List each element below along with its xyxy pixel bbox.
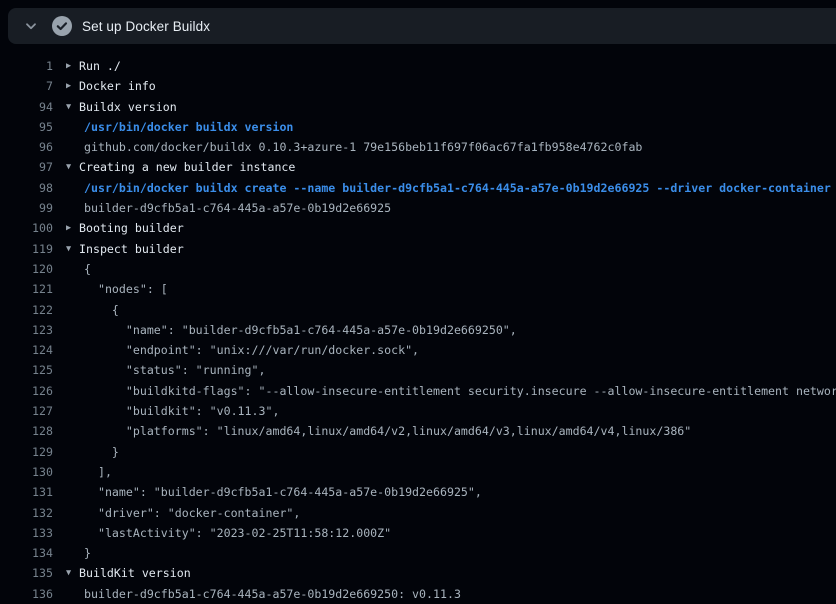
line-number[interactable]: 120 <box>0 259 53 279</box>
line-number[interactable]: 131 <box>0 482 53 502</box>
output-text: } <box>84 543 91 563</box>
line-number[interactable]: 119 <box>0 239 53 259</box>
group-expanded-icon[interactable]: ▼ <box>66 239 79 259</box>
chevron-down-glyph <box>23 18 39 34</box>
output-text: "driver": "docker-container", <box>84 503 300 523</box>
log-line: 120 { <box>0 259 836 279</box>
log-group-line[interactable]: 100 ▶Booting builder <box>0 218 836 238</box>
output-text: "endpoint": "unix:///var/run/docker.sock… <box>84 340 419 360</box>
log-group-line[interactable]: 119 ▼Inspect builder <box>0 239 836 259</box>
log-line: 131 "name": "builder-d9cfb5a1-c764-445a-… <box>0 482 836 502</box>
step-header[interactable]: Set up Docker Buildx <box>8 8 836 44</box>
check-circle-glyph <box>52 16 72 36</box>
log-viewer: 1▶Run ./7▶Docker info94▼Buildx version95… <box>0 44 836 604</box>
log-line: 130 ], <box>0 462 836 482</box>
output-text: { <box>84 259 91 279</box>
output-text: "buildkit": "v0.11.3", <box>84 401 279 421</box>
log-line: 134} <box>0 543 836 563</box>
line-number[interactable]: 130 <box>0 462 53 482</box>
log-line: 132 "driver": "docker-container", <box>0 503 836 523</box>
output-text: builder-d9cfb5a1-c764-445a-a57e-0b19d2e6… <box>84 584 461 604</box>
log-group-line[interactable]: 1 ▶Run ./ <box>0 56 836 76</box>
group-title: Creating a new builder instance <box>79 157 295 177</box>
command-text: /usr/bin/docker buildx version <box>84 117 293 137</box>
chevron-down-icon[interactable] <box>22 17 40 35</box>
output-text: "status": "running", <box>84 360 265 380</box>
log-line: 136 builder-d9cfb5a1-c764-445a-a57e-0b19d… <box>0 584 836 604</box>
log-line: 121 "nodes": [ <box>0 279 836 299</box>
line-number[interactable]: 121 <box>0 279 53 299</box>
output-text: "platforms": "linux/amd64,linux/amd64/v2… <box>84 421 691 441</box>
line-number[interactable]: 132 <box>0 503 53 523</box>
line-number[interactable]: 99 <box>0 198 53 218</box>
output-text: "name": "builder-d9cfb5a1-c764-445a-a57e… <box>84 482 482 502</box>
line-number[interactable]: 134 <box>0 543 53 563</box>
line-number[interactable]: 129 <box>0 442 53 462</box>
line-number[interactable]: 127 <box>0 401 53 421</box>
line-number[interactable]: 7 <box>0 76 53 96</box>
output-text: "lastActivity": "2023-02-25T11:58:12.000… <box>84 523 391 543</box>
line-number[interactable]: 136 <box>0 584 53 604</box>
log-group-line[interactable]: 135 ▼BuildKit version <box>0 563 836 583</box>
log-line: 99 builder-d9cfb5a1-c764-445a-a57e-0b19d2… <box>0 198 836 218</box>
log-line: 124 "endpoint": "unix:///var/run/docker.… <box>0 340 836 360</box>
log-group-line[interactable]: 94 ▼Buildx version <box>0 97 836 117</box>
output-text: } <box>84 442 119 462</box>
group-expanded-icon[interactable]: ▼ <box>66 157 79 177</box>
log-line: 96 github.com/docker/buildx 0.10.3+azure-… <box>0 137 836 157</box>
step-title: Set up Docker Buildx <box>82 19 210 34</box>
output-text: "buildkitd-flags": "--allow-insecure-ent… <box>84 381 836 401</box>
log-line: 122 { <box>0 300 836 320</box>
log-line: 123 "name": "builder-d9cfb5a1-c764-445a-… <box>0 320 836 340</box>
group-collapsed-icon[interactable]: ▶ <box>66 218 79 238</box>
output-text: github.com/docker/buildx 0.10.3+azure-1 … <box>84 137 642 157</box>
command-text: /usr/bin/docker buildx create --name bui… <box>84 178 831 198</box>
log-group-line[interactable]: 97 ▼Creating a new builder instance <box>0 157 836 177</box>
group-expanded-icon[interactable]: ▼ <box>66 97 79 117</box>
line-number[interactable]: 94 <box>0 97 53 117</box>
line-number[interactable]: 135 <box>0 563 53 583</box>
line-number[interactable]: 95 <box>0 117 53 137</box>
group-title: Buildx version <box>79 97 177 117</box>
group-title: Run ./ <box>79 56 121 76</box>
log-line: 95/usr/bin/docker buildx version <box>0 117 836 137</box>
log-line: 133 "lastActivity": "2023-02-25T11:58:12… <box>0 523 836 543</box>
log-line: 126 "buildkitd-flags": "--allow-insecure… <box>0 381 836 401</box>
group-collapsed-icon[interactable]: ▶ <box>66 56 79 76</box>
log-line: 98/usr/bin/docker buildx create --name b… <box>0 178 836 198</box>
group-collapsed-icon[interactable]: ▶ <box>66 76 79 96</box>
group-title: Docker info <box>79 76 156 96</box>
line-number[interactable]: 133 <box>0 523 53 543</box>
log-line: 127 "buildkit": "v0.11.3", <box>0 401 836 421</box>
line-number[interactable]: 123 <box>0 320 53 340</box>
output-text: "nodes": [ <box>84 279 168 299</box>
log-group-line[interactable]: 7 ▶Docker info <box>0 76 836 96</box>
line-number[interactable]: 128 <box>0 421 53 441</box>
output-text: { <box>84 300 119 320</box>
line-number[interactable]: 124 <box>0 340 53 360</box>
group-title: BuildKit version <box>79 563 191 583</box>
output-text: "name": "builder-d9cfb5a1-c764-445a-a57e… <box>84 320 517 340</box>
log-line: 128 "platforms": "linux/amd64,linux/amd6… <box>0 421 836 441</box>
line-number[interactable]: 122 <box>0 300 53 320</box>
group-title: Booting builder <box>79 218 184 238</box>
line-number[interactable]: 97 <box>0 157 53 177</box>
group-title: Inspect builder <box>79 239 184 259</box>
line-number[interactable]: 126 <box>0 381 53 401</box>
line-number[interactable]: 100 <box>0 218 53 238</box>
line-number[interactable]: 1 <box>0 56 53 76</box>
line-number[interactable]: 96 <box>0 137 53 157</box>
check-circle-icon <box>52 16 72 36</box>
output-text: builder-d9cfb5a1-c764-445a-a57e-0b19d2e6… <box>84 198 391 218</box>
log-line: 125 "status": "running", <box>0 360 836 380</box>
line-number[interactable]: 125 <box>0 360 53 380</box>
group-expanded-icon[interactable]: ▼ <box>66 563 79 583</box>
log-line: 129 } <box>0 442 836 462</box>
output-text: ], <box>84 462 112 482</box>
line-number[interactable]: 98 <box>0 178 53 198</box>
